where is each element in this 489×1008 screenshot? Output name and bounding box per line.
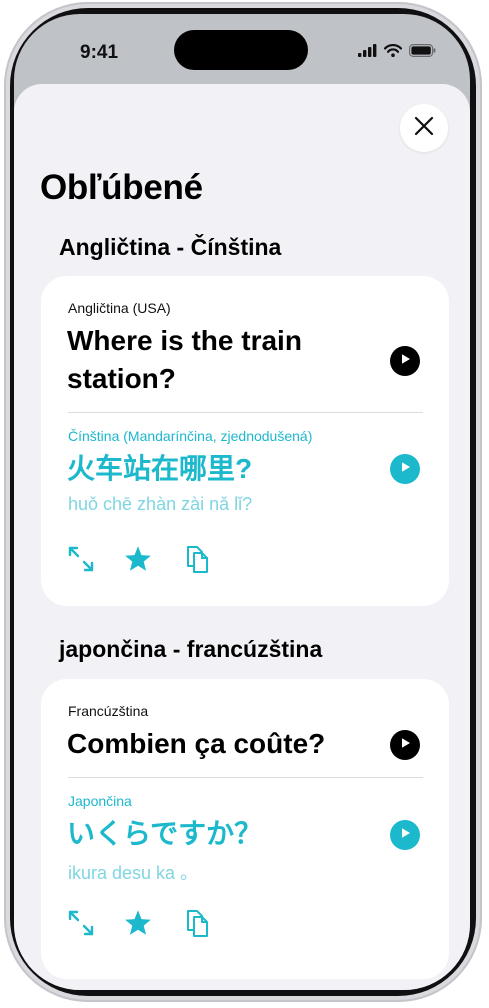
- expand-icon: [67, 909, 95, 942]
- favorites-sheet: Obľúbené Angličtina - Čínština Angličtin…: [14, 84, 470, 990]
- translation-card: Angličtina (USA) Where is the train stat…: [41, 276, 449, 606]
- close-icon: [413, 115, 435, 142]
- favorite-button[interactable]: [123, 910, 153, 940]
- play-target-button[interactable]: [390, 820, 420, 850]
- copy-button[interactable]: [183, 544, 213, 579]
- target-language-label: Čínština (Mandarínčina, zjednodušená): [68, 428, 313, 444]
- screen: 9:41 Obľúbené Angličtina - Čínština Angl…: [14, 14, 470, 990]
- target-phrase: 火车站在哪里?: [67, 453, 253, 484]
- romanization-text: ikura desu ka 。: [68, 863, 199, 883]
- section-title: japončina - francúzština: [59, 636, 323, 662]
- star-icon: [124, 545, 152, 577]
- copy-button[interactable]: [183, 908, 213, 943]
- divider: [68, 777, 423, 778]
- play-source-button[interactable]: [390, 346, 420, 376]
- divider: [68, 412, 423, 413]
- source-phrase: Combien ça coûte?: [67, 728, 326, 759]
- play-icon: [399, 352, 411, 370]
- play-icon: [399, 736, 411, 754]
- source-phrase: Where is the train station?: [67, 325, 302, 394]
- target-phrase: いくらですか？: [67, 818, 263, 849]
- romanization-text: huǒ chē zhàn zài nǎ lǐ?: [68, 494, 253, 514]
- status-bar: 9:41: [14, 14, 470, 84]
- expand-button[interactable]: [66, 910, 96, 940]
- favorite-button[interactable]: [123, 546, 153, 576]
- status-icons: [358, 44, 436, 62]
- expand-icon: [67, 545, 95, 578]
- play-source-button[interactable]: [390, 730, 420, 760]
- play-target-button[interactable]: [390, 454, 420, 484]
- wifi-icon: [383, 44, 403, 62]
- page-title: Obľúbené: [40, 168, 203, 207]
- copy-icon: [184, 544, 212, 579]
- status-time: 9:41: [80, 42, 119, 63]
- battery-icon: [409, 44, 436, 62]
- section-title: Angličtina - Čínština: [59, 234, 282, 260]
- cellular-signal-icon: [358, 44, 377, 62]
- source-language-label: Francúzština: [68, 703, 149, 719]
- play-icon: [399, 826, 411, 844]
- play-icon: [399, 460, 411, 478]
- target-language-label: Japončina: [68, 793, 132, 809]
- dynamic-island: [174, 30, 308, 70]
- star-icon: [124, 909, 152, 941]
- translation-card: Francúzština Combien ça coûte? Japončina…: [41, 679, 449, 979]
- source-language-label: Angličtina (USA): [68, 300, 171, 316]
- close-button[interactable]: [400, 104, 448, 152]
- expand-button[interactable]: [66, 546, 96, 576]
- copy-icon: [184, 908, 212, 943]
